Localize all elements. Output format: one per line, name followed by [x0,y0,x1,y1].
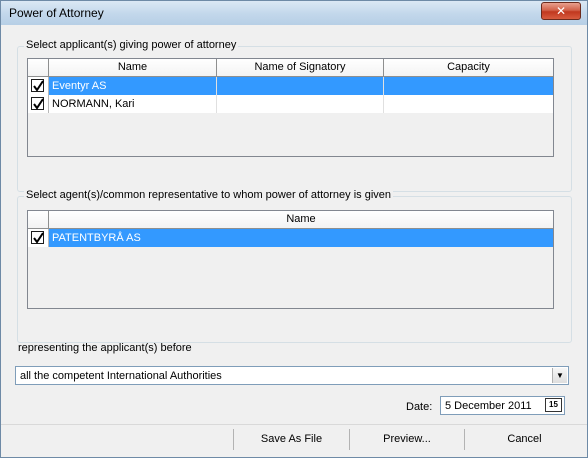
cancel-button[interactable]: Cancel [464,429,584,450]
checkmark-icon [33,80,44,92]
applicants-group: Select applicant(s) giving power of atto… [17,39,572,192]
row-checkbox-cell[interactable] [28,229,49,247]
representing-label: representing the applicant(s) before [18,342,192,354]
column-header-signatory[interactable]: Name of Signatory [217,59,384,76]
column-header-name[interactable]: Name [49,211,553,228]
agents-group: Select agent(s)/common representative to… [17,189,572,343]
table-row[interactable]: PATENTBYRÅ AS [28,229,553,247]
table-row[interactable]: Eventyr AS [28,77,553,95]
checkbox[interactable] [31,231,44,244]
agents-grid[interactable]: Name PATENTBYRÅ AS [27,210,554,309]
applicant-name-cell[interactable]: Eventyr AS [49,77,217,95]
window-title: Power of Attorney [9,6,104,20]
checkbox-column-header[interactable] [28,211,49,228]
checkmark-icon [33,98,44,110]
applicant-name-cell[interactable]: NORMANN, Kari [49,95,217,113]
close-button[interactable]: ✕ [541,2,581,20]
close-icon: ✕ [555,4,567,18]
dialog-client: Select applicant(s) giving power of atto… [1,25,587,452]
title-bar[interactable]: Power of Attorney ✕ [1,1,587,25]
signatory-cell[interactable] [217,77,384,95]
agents-grid-header: Name [28,211,553,229]
applicants-grid-header: Name Name of Signatory Capacity [28,59,553,77]
row-checkbox-cell[interactable] [28,95,49,113]
checkbox[interactable] [31,97,44,110]
save-as-file-button[interactable]: Save As File [233,429,349,450]
checkbox[interactable] [31,79,44,92]
agents-legend: Select agent(s)/common representative to… [24,189,394,201]
preview-button[interactable]: Preview... [349,429,464,450]
calendar-icon[interactable]: 15 [545,398,562,412]
dialog-window: Power of Attorney ✕ Select applicant(s) … [0,0,588,458]
column-header-capacity[interactable]: Capacity [384,59,553,76]
authority-select-value: all the competent International Authorit… [20,370,222,382]
applicants-grid[interactable]: Name Name of Signatory Capacity Eventyr … [27,58,554,157]
checkbox-column-header[interactable] [28,59,49,76]
capacity-cell[interactable] [384,77,553,95]
row-checkbox-cell[interactable] [28,77,49,95]
date-label: Date: [406,401,433,413]
signatory-cell[interactable] [217,95,384,113]
checkmark-icon [33,232,44,244]
table-row[interactable]: NORMANN, Kari [28,95,553,113]
button-bar: Save As File Preview... Cancel [1,424,587,452]
date-picker[interactable]: 5 December 2011 15 [440,396,565,415]
applicants-legend: Select applicant(s) giving power of atto… [24,39,239,51]
column-header-name[interactable]: Name [49,59,217,76]
capacity-cell[interactable] [384,95,553,113]
chevron-down-icon[interactable]: ▼ [552,368,567,383]
date-value: 5 December 2011 [445,400,532,412]
authority-select[interactable]: all the competent International Authorit… [15,366,569,385]
agent-name-cell[interactable]: PATENTBYRÅ AS [49,229,553,247]
